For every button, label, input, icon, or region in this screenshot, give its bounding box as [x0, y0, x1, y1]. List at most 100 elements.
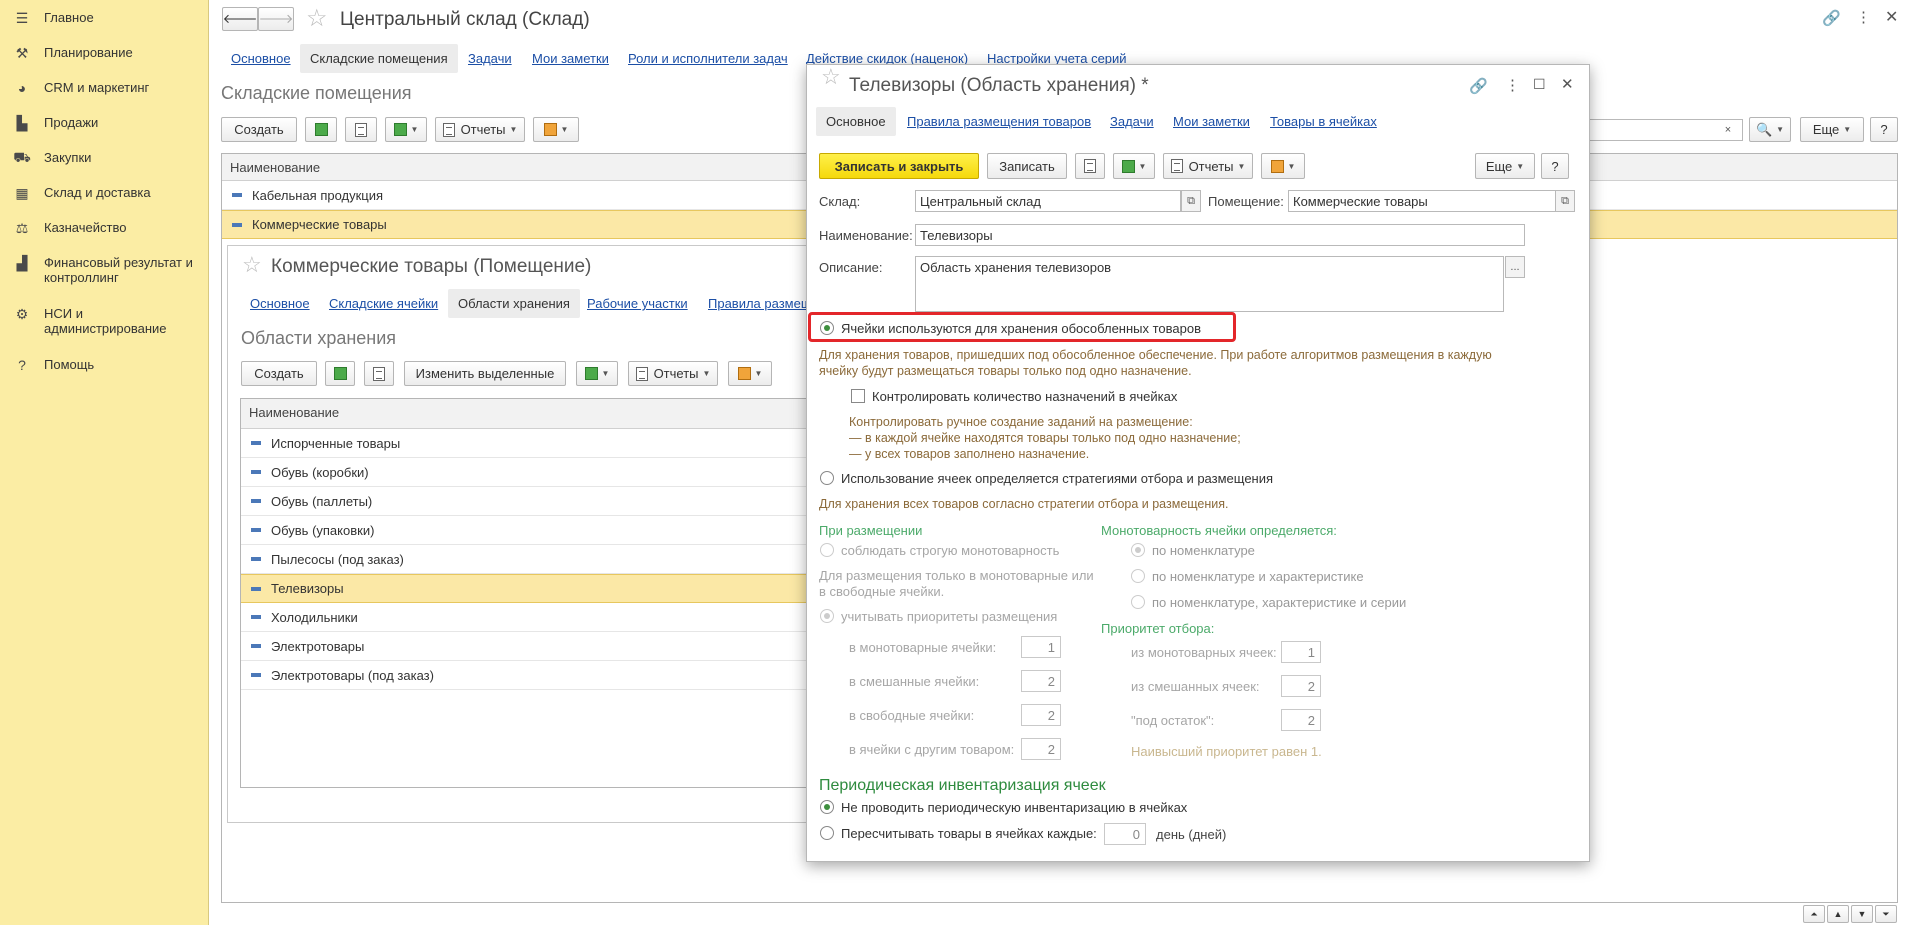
priority-free-input[interactable]: 2 [1021, 704, 1061, 726]
tab-main[interactable]: Основное [816, 107, 896, 136]
save-button[interactable]: Записать [987, 153, 1067, 179]
list-button[interactable] [364, 361, 394, 386]
sidebar-item-main[interactable]: ☰ Главное [0, 9, 209, 27]
table-row[interactable]: Электротовары [241, 632, 809, 661]
create-based-on-button[interactable]: ▼ [576, 361, 618, 386]
link-icon[interactable]: 🔗 [1822, 9, 1841, 27]
create-based-on-button[interactable]: ▼ [385, 117, 427, 142]
reports-button[interactable]: Отчеты ▼ [1163, 153, 1253, 179]
tab-storage-rooms[interactable]: Складские помещения [300, 44, 458, 73]
forward-button[interactable]: 🡒 [258, 7, 294, 31]
change-selected-button[interactable]: Изменить выделенные [404, 361, 566, 386]
create-based-on-button[interactable]: ▼ [1113, 153, 1155, 179]
more-vertical-icon[interactable]: ⋮ [1856, 8, 1871, 26]
favorite-star-icon[interactable]: ☆ [242, 252, 262, 278]
recount-days-input[interactable]: 0 [1104, 823, 1146, 845]
radio-dedicated-goods[interactable] [820, 321, 834, 335]
pick-mixed-input[interactable]: 2 [1281, 675, 1321, 697]
copy-button[interactable] [305, 117, 337, 142]
reports-button[interactable]: Отчеты ▼ [435, 117, 525, 142]
print-button[interactable]: ▼ [1261, 153, 1305, 179]
tab-cells[interactable]: Складские ячейки [329, 296, 438, 311]
back-button[interactable]: 🡐 [222, 7, 258, 31]
tab-tasks[interactable]: Задачи [1110, 114, 1154, 129]
list-button[interactable] [1075, 153, 1105, 179]
open-warehouse-button[interactable]: ⧉ [1181, 190, 1201, 212]
sidebar-item-treasury[interactable]: ⚖ Казначейство [0, 219, 209, 237]
radio-mono-characteristic[interactable] [1131, 569, 1145, 583]
sidebar-item-purchases[interactable]: ⛟ Закупки [0, 149, 209, 167]
tab-main[interactable]: Основное [231, 51, 291, 66]
tab-placement-rules[interactable]: Правила размещения товаров [907, 114, 1091, 129]
table-row[interactable]: Обувь (коробки) [241, 458, 809, 487]
scroll-top-button[interactable]: ⏶ [1803, 905, 1825, 923]
table-row[interactable]: Холодильники [241, 603, 809, 632]
priority-other-input[interactable]: 2 [1021, 738, 1061, 760]
warehouse-field[interactable]: Центральный склад [915, 190, 1181, 212]
create-button[interactable]: Создать [241, 361, 317, 386]
open-room-button[interactable]: ⧉ [1555, 190, 1575, 212]
radio-mono-series[interactable] [1131, 595, 1145, 609]
sidebar-item-sales[interactable]: ▙ Продажи [0, 114, 209, 132]
print-button[interactable]: ▼ [728, 361, 772, 386]
control-assignments-checkbox[interactable] [851, 389, 865, 403]
tab-work-areas[interactable]: Рабочие участки [587, 296, 688, 311]
copy-button[interactable] [325, 361, 355, 386]
link-icon[interactable]: 🔗 [1469, 77, 1488, 95]
tab-roles[interactable]: Роли и исполнители задач [628, 51, 788, 66]
more-vertical-icon[interactable]: ⋮ [1505, 76, 1520, 94]
table-row[interactable]: Испорченные товары [241, 429, 809, 458]
table-row[interactable]: Обувь (упаковки) [241, 516, 809, 545]
reports-button[interactable]: Отчеты ▼ [628, 361, 718, 386]
tab-storage-areas[interactable]: Области хранения [448, 289, 580, 318]
scroll-bottom-button[interactable]: ⏷ [1875, 905, 1897, 923]
description-edit-button[interactable]: ... [1505, 256, 1525, 278]
create-button[interactable]: Создать [221, 117, 297, 142]
table-row[interactable]: Электротовары (под заказ) [241, 661, 809, 690]
radio-strict-mono[interactable] [820, 543, 834, 557]
close-icon[interactable]: ✕ [1561, 75, 1574, 93]
sidebar-item-crm[interactable]: ◕ CRM и маркетинг [0, 79, 209, 97]
search-button[interactable]: 🔍 ▼ [1749, 117, 1791, 142]
tab-notes[interactable]: Мои заметки [1173, 114, 1250, 129]
sidebar-item-warehouse[interactable]: ▦ Склад и доставка [0, 184, 209, 202]
save-and-close-button[interactable]: Записать и закрыть [819, 153, 979, 179]
priority-mono-input[interactable]: 1 [1021, 636, 1061, 658]
print-button[interactable]: ▼ [533, 117, 579, 142]
radio-no-inventory[interactable] [820, 800, 834, 814]
list-button[interactable] [345, 117, 377, 142]
room-field[interactable]: Коммерческие товары [1288, 190, 1556, 212]
priority-mixed-input[interactable]: 2 [1021, 670, 1061, 692]
sidebar-item-finance[interactable]: ▟ Финансовый результат и контроллинг [0, 254, 209, 286]
tab-main[interactable]: Основное [250, 296, 310, 311]
sidebar-item-help[interactable]: ? Помощь [0, 356, 209, 374]
description-field[interactable]: Область хранения телевизоров [915, 256, 1504, 312]
favorite-star-icon[interactable]: ☆ [306, 4, 328, 33]
radio-mono-nomenclature[interactable] [1131, 543, 1145, 557]
maximize-icon[interactable]: ☐ [1533, 76, 1546, 93]
table-row[interactable]: Пылесосы (под заказ) [241, 545, 809, 574]
clear-search-icon[interactable]: × [1718, 119, 1738, 141]
tab-notes[interactable]: Мои заметки [532, 51, 609, 66]
table-row[interactable]: Обувь (паллеты) [241, 487, 809, 516]
name-field[interactable]: Телевизоры [915, 224, 1525, 246]
help-button[interactable]: ? [1541, 153, 1569, 179]
favorite-star-icon[interactable]: ☆ [821, 64, 841, 90]
radio-strategies[interactable] [820, 471, 834, 485]
close-icon[interactable]: ✕ [1885, 7, 1898, 27]
pick-mono-input[interactable]: 1 [1281, 641, 1321, 663]
sidebar-item-admin[interactable]: ⚙ НСИ и администрирование [0, 305, 209, 337]
sidebar-item-planning[interactable]: ⚒ Планирование [0, 44, 209, 62]
more-button[interactable]: Еще ▼ [1800, 117, 1864, 142]
scroll-up-button[interactable]: ▲ [1827, 905, 1849, 923]
radio-recount[interactable] [820, 826, 834, 840]
tab-placement-rules[interactable]: Правила размещ [708, 296, 812, 311]
tab-goods-in-cells[interactable]: Товары в ячейках [1270, 114, 1377, 129]
tab-tasks[interactable]: Задачи [468, 51, 512, 66]
radio-priorities[interactable] [820, 609, 834, 623]
table-row[interactable]: Телевизоры [241, 574, 809, 603]
scroll-down-button[interactable]: ▼ [1851, 905, 1873, 923]
help-button[interactable]: ? [1870, 117, 1898, 142]
pick-remainder-input[interactable]: 2 [1281, 709, 1321, 731]
more-button[interactable]: Еще ▼ [1475, 153, 1535, 179]
